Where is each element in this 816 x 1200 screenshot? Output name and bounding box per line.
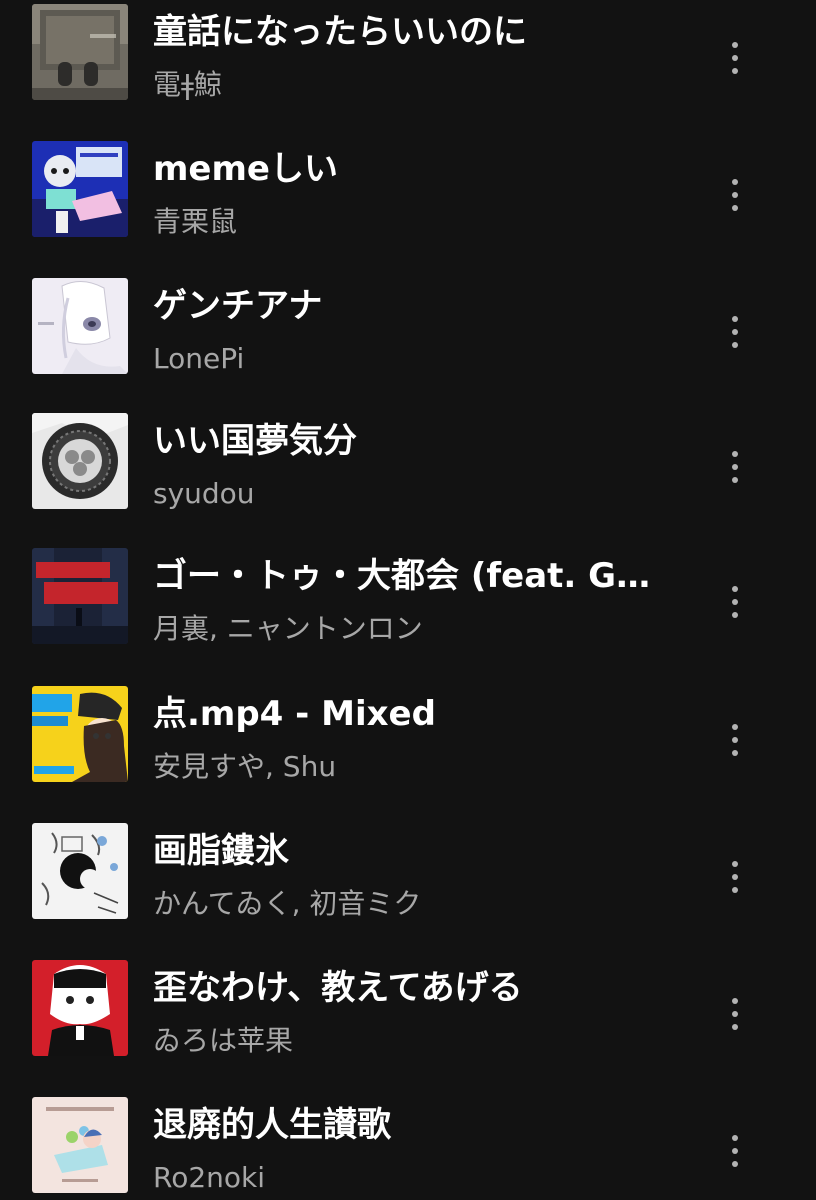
- track-row[interactable]: 点.mp4 - Mixed 安見すや, Shu: [0, 686, 816, 823]
- more-vertical-icon[interactable]: [714, 574, 756, 630]
- track-row[interactable]: 歪なわけ、教えてあげる ゐろは苹果: [0, 960, 816, 1097]
- track-row[interactable]: ゲンチアナ LonePi: [0, 278, 816, 415]
- more-vertical-icon[interactable]: [714, 304, 756, 360]
- track-title: 歪なわけ、教えてあげる: [153, 968, 523, 1008]
- more-vertical-icon[interactable]: [714, 1123, 756, 1179]
- track-title: 童話になったらいいのに: [153, 12, 527, 52]
- track-title: ゴー・トゥ・大都会 (feat. GU...: [153, 556, 673, 596]
- track-artist: 青栗鼠: [153, 205, 238, 238]
- track-row[interactable]: memeしい 青栗鼠: [0, 141, 816, 278]
- album-art: [32, 548, 128, 644]
- more-vertical-icon[interactable]: [714, 167, 756, 223]
- track-title: ゲンチアナ: [153, 286, 323, 326]
- album-art: [32, 686, 128, 782]
- track-artist: 電ǂ鯨: [153, 68, 222, 101]
- track-row[interactable]: 画脂鏤氷 かんてゐく, 初音ミク: [0, 823, 816, 960]
- track-title: memeしい: [153, 149, 338, 189]
- album-art: [32, 4, 128, 100]
- more-vertical-icon[interactable]: [714, 439, 756, 495]
- album-art: [32, 278, 128, 374]
- track-artist: かんてゐく, 初音ミク: [153, 887, 422, 920]
- more-vertical-icon[interactable]: [714, 30, 756, 86]
- track-list: 童話になったらいいのに 電ǂ鯨 memeしい 青栗鼠 ゲンチアナ LonePi …: [0, 0, 816, 1200]
- album-art: [32, 1097, 128, 1193]
- more-vertical-icon[interactable]: [714, 849, 756, 905]
- track-artist: syudou: [153, 477, 255, 510]
- track-artist: LonePi: [153, 342, 245, 375]
- track-title: 画脂鏤氷: [153, 831, 289, 871]
- more-vertical-icon[interactable]: [714, 712, 756, 768]
- more-vertical-icon[interactable]: [714, 986, 756, 1042]
- album-art: [32, 141, 128, 237]
- track-title: 点.mp4 - Mixed: [153, 694, 436, 734]
- track-artist: 月裏, ニャントンロン: [153, 612, 423, 645]
- album-art: [32, 413, 128, 509]
- track-row[interactable]: 退廃的人生讃歌 Ro2noki: [0, 1097, 816, 1200]
- album-art: [32, 823, 128, 919]
- track-artist: ゐろは苹果: [153, 1024, 294, 1057]
- track-title: 退廃的人生讃歌: [153, 1105, 391, 1145]
- track-title: いい国夢気分: [153, 421, 357, 461]
- track-row[interactable]: 童話になったらいいのに 電ǂ鯨: [0, 4, 816, 141]
- track-artist: Ro2noki: [153, 1161, 266, 1194]
- track-row[interactable]: いい国夢気分 syudou: [0, 413, 816, 550]
- album-art: [32, 960, 128, 1056]
- track-artist: 安見すや, Shu: [153, 750, 337, 783]
- track-row[interactable]: ゴー・トゥ・大都会 (feat. GU... 月裏, ニャントンロン: [0, 548, 816, 685]
